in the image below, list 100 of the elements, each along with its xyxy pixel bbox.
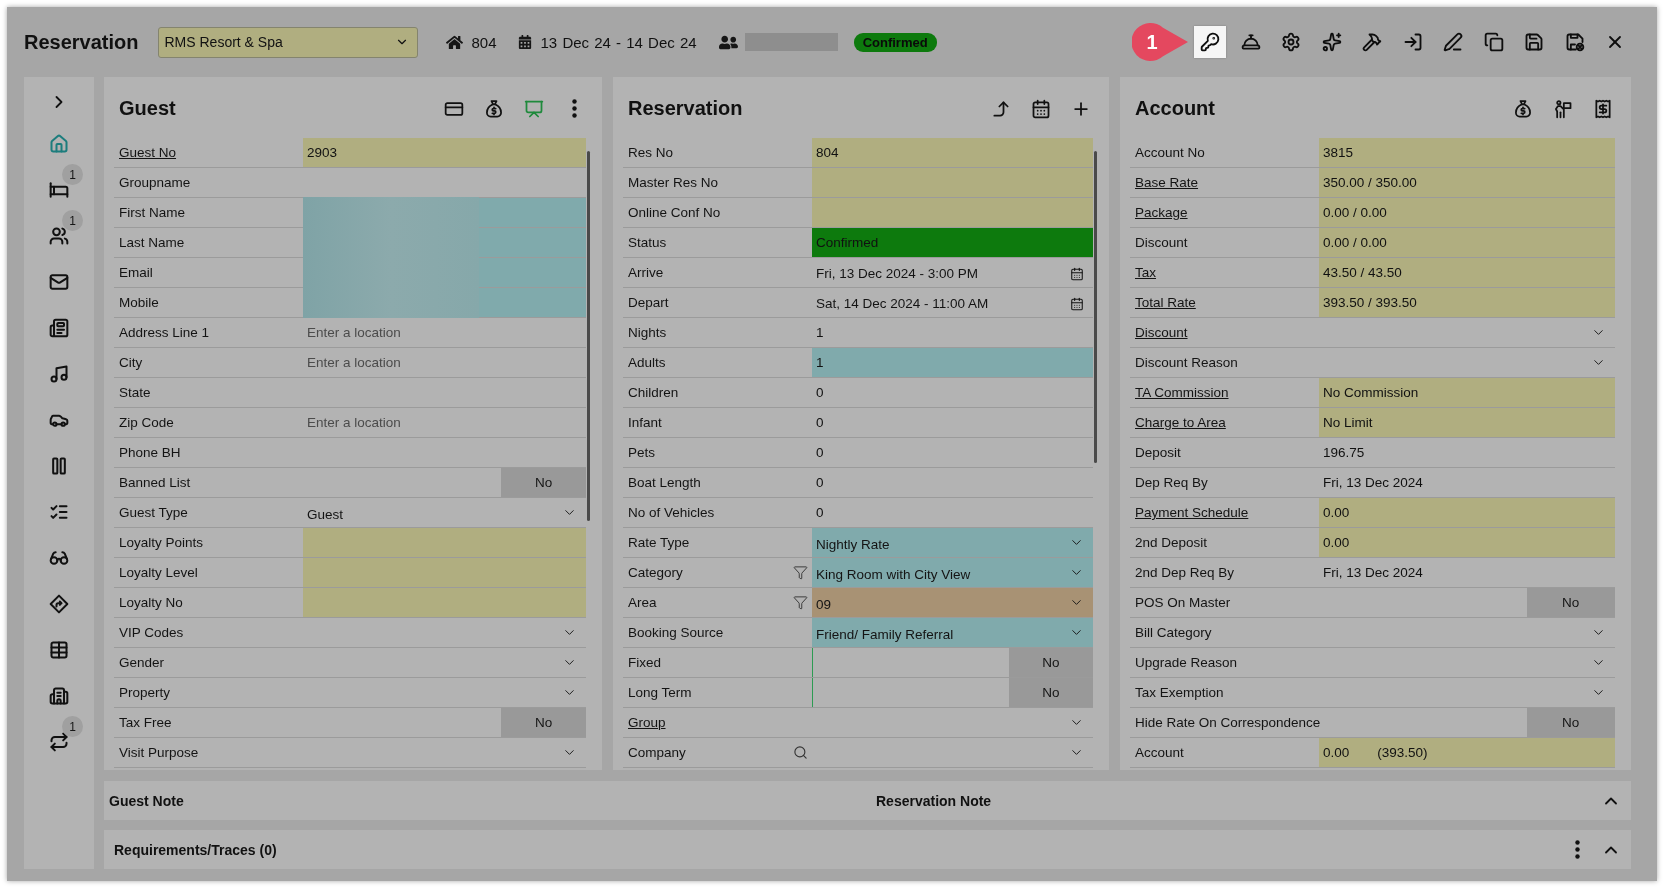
dropdown-field[interactable]: King Room with City View	[812, 558, 1093, 587]
field-link[interactable]: Group	[628, 715, 666, 730]
dropdown-field[interactable]: Nightly Rate	[812, 528, 1093, 557]
newspaper-icon	[49, 318, 69, 338]
calendar-icon[interactable]	[1070, 296, 1084, 311]
scrollbar-thumb[interactable]	[1094, 151, 1097, 463]
text-field[interactable]	[303, 528, 586, 557]
field-link[interactable]: TA Commission	[1135, 385, 1229, 400]
field-link[interactable]: Package	[1135, 205, 1188, 220]
field-link[interactable]: Payment Schedule	[1135, 505, 1249, 520]
text-field[interactable]: 804	[812, 138, 1093, 167]
field-label: Res No	[628, 145, 673, 160]
input-field[interactable]: Enter a location	[303, 348, 586, 377]
toolbar-button[interactable]	[1194, 26, 1226, 58]
sign-in-icon	[1402, 32, 1423, 52]
text-field[interactable]: 1	[812, 348, 1093, 377]
toggle-field[interactable]: No	[812, 678, 1093, 707]
text-field[interactable]: 0.00 (393.50)	[1319, 738, 1615, 767]
text-field[interactable]: Fri, 13 Dec 2024	[1319, 468, 1615, 497]
field-link[interactable]: Tax	[1135, 265, 1156, 280]
text-field[interactable]	[812, 198, 1093, 227]
text-field[interactable]: 2903	[303, 138, 586, 167]
field-link[interactable]: Discount	[1135, 325, 1188, 340]
search-icon[interactable]	[793, 745, 808, 760]
field-label: Groupname	[119, 175, 191, 190]
field-label: State	[119, 385, 151, 400]
scrollbar-thumb[interactable]	[587, 151, 590, 521]
calendar-icon	[517, 35, 532, 49]
toggle-field[interactable]: No	[303, 708, 586, 737]
field-label: Fixed	[628, 655, 661, 670]
field-link[interactable]: Guest No	[119, 145, 177, 160]
building-icon	[49, 686, 69, 706]
property-select[interactable]: RMS Resort & Spa	[157, 26, 418, 58]
field-label: Discount	[1135, 235, 1188, 250]
field-label: Infant	[628, 415, 662, 430]
toggle-field[interactable]: No	[812, 648, 1093, 677]
calendar-icon[interactable]	[1070, 266, 1084, 281]
text-field[interactable]: No Limit	[1319, 408, 1615, 437]
text-field[interactable]	[303, 558, 586, 587]
field-label: Arrive	[628, 265, 664, 280]
toggle-field[interactable]: No	[303, 468, 586, 497]
home-icon	[445, 33, 463, 51]
toggle-switch[interactable]: No	[1009, 648, 1093, 677]
text-field[interactable]: 350.00 / 350.00	[1319, 168, 1615, 197]
mail-icon	[49, 272, 69, 292]
panel-title: Reservation	[628, 97, 743, 120]
dropdown-field[interactable]: Friend/ Family Referral	[812, 618, 1093, 647]
panel-title: Guest	[119, 97, 176, 120]
text-field[interactable]: 1	[812, 318, 1093, 347]
text-field[interactable]: Fri, 13 Dec 2024	[1319, 558, 1615, 587]
input-field[interactable]: Enter a location	[303, 318, 586, 347]
date-field[interactable]: Fri, 13 Dec 2024 - 3:00 PM	[812, 258, 1093, 287]
input-field[interactable]: Enter a location	[303, 408, 586, 437]
field-label: Guest Type	[119, 505, 188, 520]
text-field[interactable]: 43.50 / 43.50	[1319, 258, 1615, 287]
toggle-switch[interactable]: No	[501, 708, 586, 737]
date-field[interactable]: Sat, 14 Dec 2024 - 11:00 AM	[812, 288, 1093, 317]
section-title: Requirements/Traces (0)	[114, 841, 277, 858]
text-field[interactable]: 0	[812, 498, 1093, 527]
text-field[interactable]: 0.00	[1319, 498, 1615, 527]
toggle-switch[interactable]: No	[501, 468, 586, 497]
toggle-switch[interactable]: No	[1526, 588, 1615, 617]
field-label: 2nd Deposit	[1135, 535, 1208, 550]
dropdown-field[interactable]: 09	[812, 588, 1093, 617]
dropdown-field[interactable]: Guest	[303, 498, 586, 527]
section-title: Guest Note	[108, 792, 184, 809]
repeat-icon	[49, 732, 69, 752]
filter-icon[interactable]	[793, 565, 808, 580]
text-field[interactable]: 196.75	[1319, 438, 1615, 467]
text-field[interactable]: 393.50 / 393.50	[1319, 288, 1615, 317]
save-icon	[1524, 32, 1544, 52]
count-badge: 1	[62, 210, 83, 231]
field-label: Area	[628, 595, 657, 610]
text-field[interactable]: 3815	[1319, 138, 1615, 167]
toggle-field[interactable]: No	[1319, 708, 1615, 737]
field-link[interactable]: Total Rate	[1135, 295, 1196, 310]
field-label: Banned List	[119, 475, 191, 490]
text-field[interactable]: 0.00	[1319, 528, 1615, 557]
text-field[interactable]: 0	[812, 468, 1093, 497]
text-field[interactable]	[812, 168, 1093, 197]
toggle-switch[interactable]: No	[1009, 678, 1093, 707]
text-field[interactable]: 0.00 / 0.00	[1319, 198, 1615, 227]
text-field[interactable]: 0	[812, 408, 1093, 437]
receipt-icon	[1593, 98, 1613, 119]
toggle-switch[interactable]: No	[1526, 708, 1615, 737]
text-field[interactable]: 0	[812, 378, 1093, 407]
pen-icon	[1443, 32, 1463, 52]
text-field[interactable]: 0.00 / 0.00	[1319, 228, 1615, 257]
text-field[interactable]	[303, 588, 586, 617]
pause-icon	[49, 456, 69, 476]
money-bag-icon	[1513, 98, 1533, 119]
field-label: 2nd Dep Req By	[1135, 565, 1235, 580]
field-label: Company	[628, 745, 686, 760]
text-field[interactable]: 0	[812, 438, 1093, 467]
filter-icon[interactable]	[793, 595, 808, 610]
field-link[interactable]: Base Rate	[1135, 175, 1199, 190]
field-label: Visit Purpose	[119, 745, 199, 760]
toggle-field[interactable]: No	[1319, 588, 1615, 617]
text-field[interactable]: No Commission	[1319, 378, 1615, 407]
field-link[interactable]: Charge to Area	[1135, 415, 1226, 430]
